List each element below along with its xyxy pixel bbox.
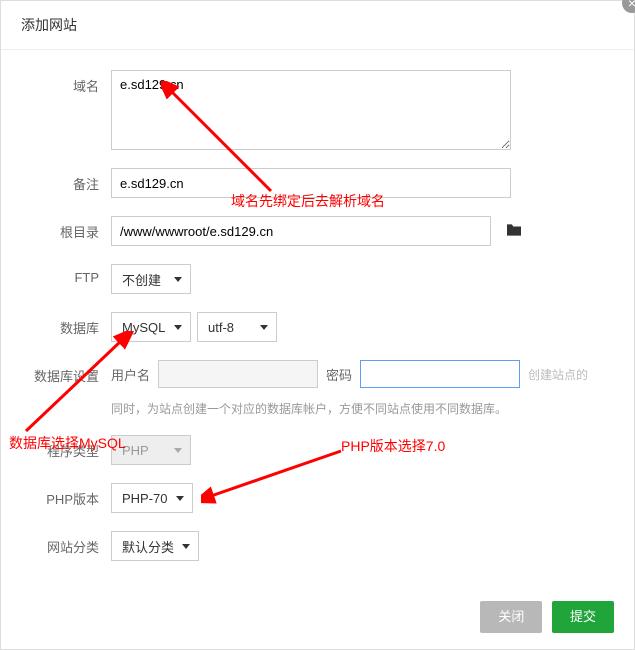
create-site-hint: 创建站点的 bbox=[528, 366, 588, 383]
label-site-category: 网站分类 bbox=[21, 531, 111, 556]
chevron-down-icon bbox=[174, 325, 182, 330]
domain-textarea[interactable]: e.sd129.cn bbox=[111, 70, 511, 150]
charset-select[interactable]: utf-8 bbox=[197, 312, 277, 342]
label-ftp: FTP bbox=[21, 264, 111, 285]
db-username-input[interactable] bbox=[158, 360, 318, 388]
program-type-select: PHP bbox=[111, 435, 191, 465]
label-program-type: 程序类型 bbox=[21, 435, 111, 460]
label-db-settings: 数据库设置 bbox=[21, 360, 111, 385]
add-site-dialog: × 添加网站 域名 e.sd129.cn 备注 根目录 FTP bbox=[0, 0, 635, 650]
site-category-value: 默认分类 bbox=[122, 537, 174, 556]
db-user-label: 用户名 bbox=[111, 365, 150, 384]
database-select[interactable]: MySQL bbox=[111, 312, 191, 342]
charset-select-value: utf-8 bbox=[208, 320, 234, 335]
label-remark: 备注 bbox=[21, 168, 111, 193]
dialog-title: 添加网站 bbox=[1, 1, 634, 50]
label-database: 数据库 bbox=[21, 312, 111, 337]
db-pwd-label: 密码 bbox=[326, 365, 352, 384]
ftp-select-value: 不创建 bbox=[122, 270, 161, 289]
submit-button[interactable]: 提交 bbox=[552, 601, 614, 633]
chevron-down-icon bbox=[260, 325, 268, 330]
label-domain: 域名 bbox=[21, 70, 111, 95]
site-category-select[interactable]: 默认分类 bbox=[111, 531, 199, 561]
label-root: 根目录 bbox=[21, 216, 111, 241]
folder-icon[interactable] bbox=[505, 223, 523, 240]
dialog-footer: 关闭 提交 bbox=[1, 589, 634, 649]
chevron-down-icon bbox=[176, 496, 184, 501]
php-version-value: PHP-70 bbox=[122, 491, 168, 506]
label-php-version: PHP版本 bbox=[21, 483, 111, 508]
dialog-body: 域名 e.sd129.cn 备注 根目录 FTP 不 bbox=[1, 50, 634, 589]
chevron-down-icon bbox=[182, 544, 190, 549]
remark-input[interactable] bbox=[111, 168, 511, 198]
database-select-value: MySQL bbox=[122, 320, 165, 335]
ftp-select[interactable]: 不创建 bbox=[111, 264, 191, 294]
chevron-down-icon bbox=[174, 448, 182, 453]
php-version-select[interactable]: PHP-70 bbox=[111, 483, 193, 513]
root-input[interactable] bbox=[111, 216, 491, 246]
db-help-text: 同时，为站点创建一个对应的数据库帐户，方便不同站点使用不同数据库。 bbox=[111, 400, 614, 417]
db-password-input[interactable] bbox=[360, 360, 520, 388]
close-button[interactable]: 关闭 bbox=[480, 601, 542, 633]
program-type-value: PHP bbox=[122, 443, 149, 458]
chevron-down-icon bbox=[174, 277, 182, 282]
